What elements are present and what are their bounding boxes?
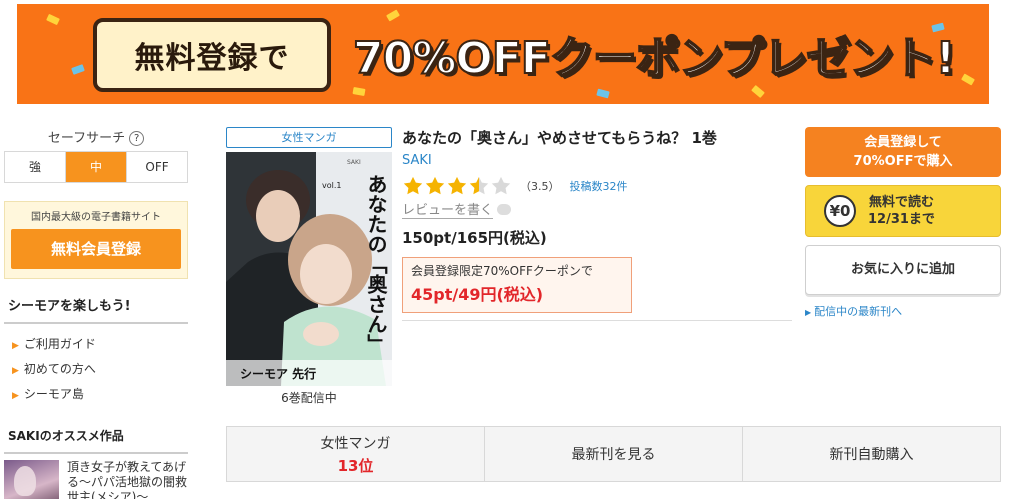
cover-volume-text: vol.1	[322, 181, 341, 190]
safe-search-toggle: 強 中 OFF	[4, 151, 188, 183]
cover-publisher-text: シーモア 先行	[240, 366, 316, 381]
tab-genre-label: 女性マンガ	[320, 435, 391, 452]
write-review-label: レビューを書く	[402, 199, 494, 219]
bottom-tabs: 女性マンガ 13位 最新刊を見る 新刊自動購入	[226, 426, 1001, 482]
product-info: あなたの「奥さん」やめさせてもらうね？ 1巻 SAKI （3.5） 投稿数32件…	[402, 127, 792, 321]
read-free-line2: 12/31まで	[868, 212, 935, 227]
safe-option-off[interactable]: OFF	[126, 152, 187, 182]
left-sidebar: セーフサーチ? 強 中 OFF 国内最大級の電子書籍サイト 無料会員登録 シーモ…	[4, 127, 188, 499]
banner-lead-text: 無料登録で	[134, 41, 290, 76]
help-icon[interactable]: ?	[129, 131, 145, 146]
triangle-right-icon: ▶	[805, 308, 812, 317]
cover-illustration: SAKI vol.1 あなたの「奥さん」 シーモア 先行	[226, 152, 392, 386]
confetti-decoration	[386, 9, 400, 22]
tab-latest-volume[interactable]: 最新刊を見る	[484, 427, 742, 481]
rating-row: （3.5） 投稿数32件	[402, 175, 792, 197]
star-icon	[425, 176, 445, 195]
purchase-actions: 会員登録して 70%OFFで購入 ¥0 無料で読む 12/31まで お気に入りに…	[805, 127, 1001, 319]
confetti-decoration	[596, 88, 610, 99]
guide-link-label: ご利用ガイド	[23, 337, 96, 351]
safe-search-title: セーフサーチ?	[4, 127, 188, 147]
genre-badge[interactable]: 女性マンガ	[226, 127, 392, 148]
promo-banner[interactable]: 無料登録で 70%OFFクーポンプレゼント!	[17, 4, 989, 104]
guide-links: ▶ ご利用ガイド ▶ 初めての方へ ▶ シーモア島	[4, 332, 188, 407]
read-free-button[interactable]: ¥0 無料で読む 12/31まで	[805, 185, 1001, 237]
yen-zero-icon: ¥0	[824, 195, 856, 227]
register-box: 国内最大級の電子書籍サイト 無料会員登録	[4, 201, 188, 279]
review-count-link[interactable]: 投稿数32件	[570, 178, 628, 194]
star-icon	[469, 176, 489, 195]
author-link[interactable]: SAKI	[402, 153, 792, 171]
first-time-link-label: 初めての方へ	[23, 362, 96, 376]
read-free-label: 無料で読む 12/31まで	[868, 194, 935, 228]
price-text: 150pt/165円(税込)	[402, 229, 547, 247]
product-title: あなたの「奥さん」やめさせてもらうね？ 1巻	[402, 129, 717, 147]
recommend-item-title[interactable]: 頂き女子が教えてあげる〜パパ活地獄の闇救世主(メシア)〜	[67, 460, 188, 499]
banner-lead-badge: 無料登録で	[93, 18, 331, 92]
register-caption: 国内最大級の電子書籍サイト	[31, 212, 161, 223]
first-time-link[interactable]: ▶ 初めての方へ	[4, 357, 188, 382]
volumes-available: 6巻配信中	[281, 391, 337, 405]
buy-button-line2: 70%OFFで購入	[853, 154, 953, 169]
safe-option-strong[interactable]: 強	[5, 152, 65, 182]
free-register-button[interactable]: 無料会員登録	[11, 229, 181, 269]
author-recommend-title: SAKIのオススメ作品	[4, 427, 188, 454]
buy-button-line1: 会員登録して	[864, 135, 942, 150]
book-cover[interactable]: SAKI vol.1 あなたの「奥さん」 シーモア 先行	[226, 152, 392, 386]
tab-genre-ranking[interactable]: 女性マンガ 13位	[227, 427, 484, 481]
confetti-decoration	[961, 73, 975, 86]
cover-author-text: SAKI	[347, 159, 361, 166]
register-and-buy-button[interactable]: 会員登録して 70%OFFで購入	[805, 127, 1001, 177]
cmoa-island-link[interactable]: ▶ シーモア島	[4, 382, 188, 407]
write-review-link[interactable]: レビューを書く	[402, 199, 792, 219]
banner-headline: 70%OFFクーポンプレゼント!	[352, 32, 957, 85]
coupon-price: 45pt/49円(税込)	[411, 285, 544, 304]
confetti-decoration	[352, 87, 366, 96]
cmoa-island-link-label: シーモア島	[23, 387, 84, 401]
confetti-decoration	[46, 13, 60, 26]
coupon-price-box: 会員登録限定70%OFFクーポンで 45pt/49円(税込)	[402, 257, 632, 313]
add-favorite-button[interactable]: お気に入りに追加	[805, 245, 1001, 295]
star-icon	[447, 176, 467, 195]
read-free-line1: 無料で読む	[868, 195, 934, 210]
tab-auto-buy[interactable]: 新刊自動購入	[742, 427, 1000, 481]
tab-latest-label: 最新刊を見る	[571, 447, 656, 463]
confetti-decoration	[71, 64, 85, 75]
recommend-thumbnail[interactable]	[4, 460, 59, 499]
ranking-value: 13位	[337, 456, 374, 475]
safe-option-medium[interactable]: 中	[65, 152, 126, 182]
speech-bubble-icon	[497, 203, 512, 215]
latest-volume-link[interactable]: ▶ 配信中の最新刊へ	[805, 303, 1001, 319]
tab-auto-buy-label: 新刊自動購入	[829, 447, 914, 463]
star-icon	[403, 176, 423, 195]
divider	[402, 320, 792, 321]
star-icon	[491, 176, 511, 195]
rating-score: （3.5）	[520, 180, 560, 193]
enjoy-section-title: シーモアを楽しもう!	[4, 291, 188, 324]
latest-volume-label: 配信中の最新刊へ	[814, 305, 903, 318]
triangle-right-icon: ▶	[12, 366, 19, 376]
coupon-note: 会員登録限定70%OFFクーポンで	[411, 264, 593, 278]
guide-link[interactable]: ▶ ご利用ガイド	[4, 332, 188, 357]
recommend-item[interactable]: 頂き女子が教えてあげる〜パパ活地獄の闇救世主(メシア)〜	[4, 460, 188, 499]
star-rating	[402, 175, 512, 197]
triangle-right-icon: ▶	[12, 391, 19, 401]
confetti-decoration	[751, 84, 765, 99]
safe-search-label: セーフサーチ	[47, 131, 126, 146]
cover-title-text: あなたの「奥さん」	[364, 174, 388, 354]
triangle-right-icon: ▶	[12, 341, 19, 351]
